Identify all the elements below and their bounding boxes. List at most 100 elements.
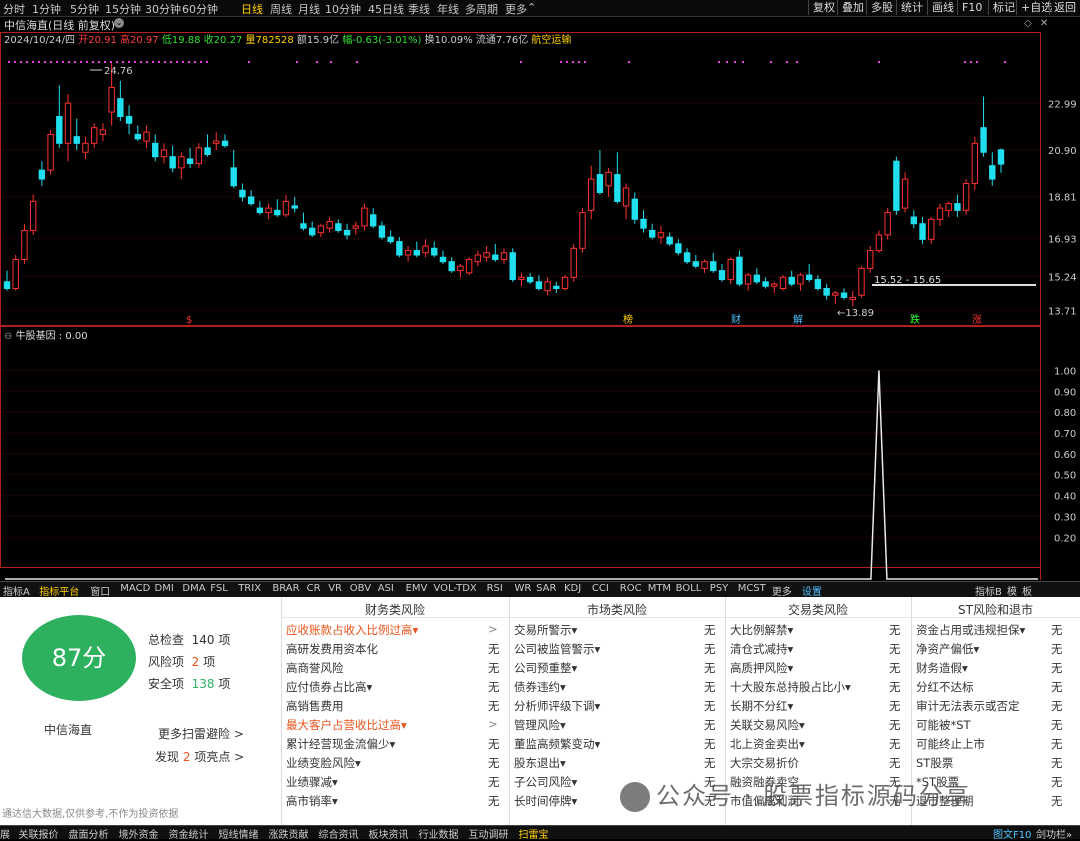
candle[interactable] xyxy=(683,248,691,264)
candle[interactable] xyxy=(21,223,28,264)
indicator-tab-26[interactable]: 设置 xyxy=(802,583,822,598)
candle[interactable] xyxy=(614,152,621,204)
candle[interactable] xyxy=(544,277,551,296)
risk-item[interactable]: ST股票 xyxy=(916,755,953,771)
candle[interactable] xyxy=(710,252,717,273)
risk-item[interactable]: 应付债券占比高▾ xyxy=(286,679,372,695)
risk-item[interactable]: 子公司风险▾ xyxy=(514,774,577,790)
risk-item[interactable]: 资金占用或违规担保▾ xyxy=(916,622,1025,638)
toolbar-button-4[interactable]: 画线 xyxy=(927,0,958,15)
indicator-tab-right-1[interactable]: 模 xyxy=(1007,583,1017,598)
candle[interactable] xyxy=(422,239,429,258)
risk-item[interactable]: 高市销率▾ xyxy=(286,793,338,809)
candle[interactable] xyxy=(404,246,412,262)
candle[interactable] xyxy=(928,217,935,244)
highlights-link[interactable]: 发现 2 项亮点 > xyxy=(155,748,244,765)
indicator-tab-17[interactable]: SAR xyxy=(536,583,556,594)
candle[interactable] xyxy=(875,230,883,253)
risk-item[interactable]: 清仓式减持▾ xyxy=(730,641,793,657)
indicator-tab-4[interactable]: DMI xyxy=(155,583,174,594)
candle[interactable] xyxy=(666,232,673,247)
candle[interactable] xyxy=(631,192,638,224)
event-marker-2[interactable]: 财 xyxy=(731,313,741,326)
candle[interactable] xyxy=(945,201,952,218)
status-tab-7[interactable]: 综合资讯 xyxy=(319,826,359,841)
sector-link[interactable]: 航空运输 xyxy=(531,35,571,46)
candle[interactable] xyxy=(125,105,133,135)
period-tab-14[interactable]: 更多 xyxy=(505,1,527,17)
period-tab-9[interactable]: 10分钟 xyxy=(325,1,361,17)
indicator-tab-14[interactable]: VOL-TDX xyxy=(434,583,477,594)
status-tab-3[interactable]: 境外资金 xyxy=(119,826,159,841)
candle[interactable] xyxy=(587,165,595,220)
risk-item[interactable]: 高研发费用资本化 xyxy=(286,641,378,657)
risk-item[interactable]: 债券违约▾ xyxy=(514,679,566,695)
risk-item[interactable]: 业绩骤减▾ xyxy=(286,774,338,790)
candle[interactable] xyxy=(186,147,194,168)
risk-item[interactable]: 公司被监管警示▾ xyxy=(514,641,600,657)
risk-item[interactable]: 应收账款占收入比例过高▾ xyxy=(286,622,418,638)
status-tab-0[interactable]: 展 xyxy=(0,826,10,841)
risk-item[interactable]: 审计无法表示或否定 xyxy=(916,698,1020,714)
candle[interactable] xyxy=(413,241,421,258)
candle[interactable] xyxy=(884,208,891,240)
risk-item[interactable]: 管理风险▾ xyxy=(514,717,566,733)
status-right-1[interactable]: 剑功栏» xyxy=(1036,826,1072,841)
chart-area[interactable]: 22.99 20.90 18.81 16.93 15.24 13.71 24.76 ←13.8… xyxy=(0,16,1080,595)
period-tab-3[interactable]: 15分钟 xyxy=(105,1,141,17)
indicator-tab-15[interactable]: RSI xyxy=(487,583,503,594)
candle[interactable] xyxy=(82,136,89,159)
event-marker-1[interactable]: 榜 xyxy=(623,313,633,326)
candle[interactable] xyxy=(117,80,124,121)
toolbar-button-0[interactable]: 复权 xyxy=(808,0,839,15)
indicator-tab-0[interactable]: 指标A xyxy=(3,583,30,598)
candle[interactable] xyxy=(919,217,926,244)
indicator-collapse-icon[interactable]: ⊖ xyxy=(4,331,12,342)
candle[interactable] xyxy=(840,288,848,300)
candle[interactable] xyxy=(727,257,734,285)
risk-item[interactable]: 公司预重整▾ xyxy=(514,660,577,676)
candle[interactable] xyxy=(535,275,543,291)
candle[interactable] xyxy=(622,183,630,220)
risk-item[interactable]: 大比例解禁▾ xyxy=(730,622,793,638)
candle[interactable] xyxy=(370,208,377,229)
risk-item[interactable]: 股东退出▾ xyxy=(514,755,566,771)
event-marker-0[interactable]: $ xyxy=(186,315,192,326)
candle[interactable] xyxy=(300,212,307,231)
candle[interactable] xyxy=(605,167,612,197)
candle[interactable] xyxy=(448,257,455,273)
status-tab-4[interactable]: 资金统计 xyxy=(169,826,209,841)
candle[interactable] xyxy=(805,263,813,282)
candle[interactable] xyxy=(788,270,795,287)
indicator-tab-11[interactable]: OBV xyxy=(350,583,371,594)
candle[interactable] xyxy=(762,277,769,289)
candle[interactable] xyxy=(954,194,961,218)
candle[interactable] xyxy=(823,284,830,300)
candle[interactable] xyxy=(971,136,979,191)
indicator-tab-2[interactable]: 窗口 xyxy=(90,583,110,598)
candle[interactable] xyxy=(849,290,856,307)
candle[interactable] xyxy=(718,263,726,282)
candle[interactable] xyxy=(38,161,46,186)
candle[interactable] xyxy=(29,194,37,235)
risk-item[interactable]: 业绩变脸风险▾ xyxy=(286,755,361,771)
candle[interactable] xyxy=(526,272,534,285)
risk-item[interactable]: 财务造假▾ xyxy=(916,660,968,676)
candle[interactable] xyxy=(308,221,316,238)
risk-item[interactable]: 分析师评级下调▾ xyxy=(514,698,600,714)
status-tab-1[interactable]: 关联报价 xyxy=(19,826,59,841)
candle[interactable] xyxy=(47,129,54,175)
close-icon[interactable]: ✕ xyxy=(1040,18,1048,29)
candle[interactable] xyxy=(701,259,708,273)
candle[interactable] xyxy=(901,172,909,213)
candle[interactable] xyxy=(178,152,185,180)
toolbar-button-3[interactable]: 统计 xyxy=(896,0,927,15)
period-tab-8[interactable]: 月线 xyxy=(298,1,320,17)
period-tab-6[interactable]: 日线 xyxy=(241,1,263,17)
candle[interactable] xyxy=(90,123,98,148)
indicator-tab-22[interactable]: BOLL xyxy=(676,583,702,594)
risk-item[interactable]: 高质押风险▾ xyxy=(730,660,793,676)
status-tab-10[interactable]: 互动调研 xyxy=(469,826,509,841)
candle[interactable] xyxy=(657,225,665,244)
candle[interactable] xyxy=(771,281,778,293)
